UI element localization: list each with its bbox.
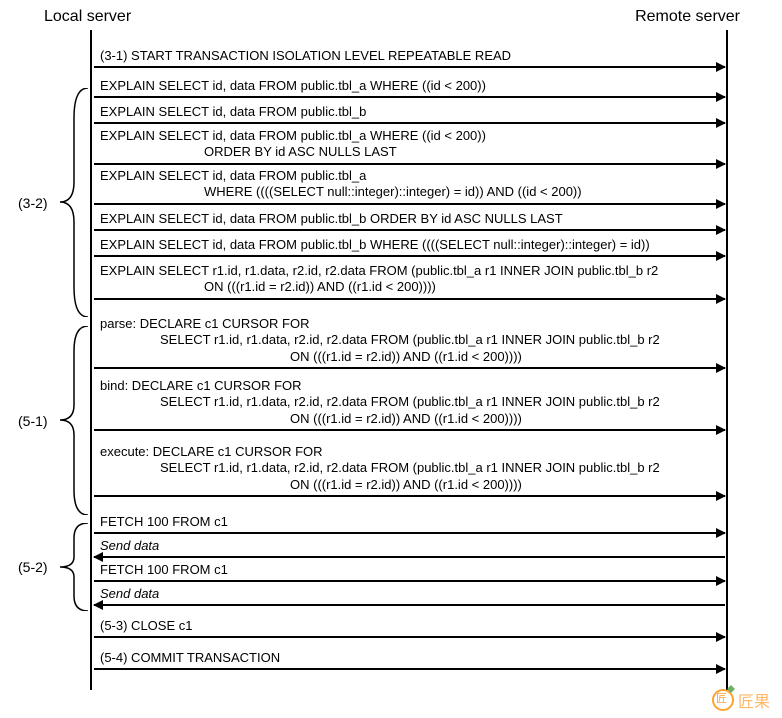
msg-text-italic: Send data [100,586,159,601]
watermark-text: 匠果 [738,688,770,712]
msg-3-2g-explain-join: EXPLAIN SELECT r1.id, r1.data, r2.id, r2… [94,263,725,300]
line2: ON (((r1.id = r2.id)) AND ((r1.id < 200)… [204,279,436,294]
watermark: 匠果 [712,688,770,712]
msg-text: Send data [94,586,725,604]
msg-3-2e-explain-tblb-orderby: EXPLAIN SELECT id, data FROM public.tbl_… [94,211,725,231]
arrow-right-icon [94,66,725,68]
msg-text: EXPLAIN SELECT id, data FROM public.tbl_… [94,237,725,255]
msg-5-2a-fetch: FETCH 100 FROM c1 [94,514,725,534]
msg-text: bind: DECLARE c1 CURSOR FOR SELECT r1.id… [94,378,725,429]
line1: bind: DECLARE c1 CURSOR FOR [100,378,302,393]
line2: ORDER BY id ASC NULLS LAST [204,144,397,159]
arrow-right-icon [94,636,725,638]
msg-text: (5-4) COMMIT TRANSACTION [94,650,725,668]
lifeline-remote [726,30,728,690]
line1: parse: DECLARE c1 CURSOR FOR [100,316,310,331]
msg-text: execute: DECLARE c1 CURSOR FOR SELECT r1… [94,444,725,495]
line2: SELECT r1.id, r1.data, r2.id, r2.data FR… [160,332,660,347]
msg-5-1c-execute: execute: DECLARE c1 CURSOR FOR SELECT r1… [94,444,725,497]
arrow-right-icon [94,580,725,582]
msg-text: EXPLAIN SELECT id, data FROM public.tbl_… [94,78,725,96]
msg-5-4-commit: (5-4) COMMIT TRANSACTION [94,650,725,670]
arrow-right-icon [94,229,725,231]
sequence-diagram: Local server Remote server (3-2) (5-1) (… [0,0,782,718]
group-label-3-2: (3-2) [18,195,48,211]
watermark-logo-icon [712,689,734,711]
msg-text: FETCH 100 FROM c1 [94,562,725,580]
msg-3-2c-explain-orderby: EXPLAIN SELECT id, data FROM public.tbl_… [94,128,725,165]
line3: ON (((r1.id = r2.id)) AND ((r1.id < 200)… [290,477,522,492]
msg-text: (3-1) START TRANSACTION ISOLATION LEVEL … [94,48,725,66]
arrow-right-icon [94,96,725,98]
msg-text: EXPLAIN SELECT id, data FROM public.tbl_… [94,168,725,203]
line2: SELECT r1.id, r1.data, r2.id, r2.data FR… [160,394,660,409]
group-label-5-2: (5-2) [18,559,48,575]
msg-5-3-close: (5-3) CLOSE c1 [94,618,725,638]
brace-5-2 [60,523,90,611]
msg-text: EXPLAIN SELECT id, data FROM public.tbl_… [94,128,725,163]
arrow-right-icon [94,203,725,205]
arrow-left-icon [94,556,725,558]
msg-5-2b-send-data: Send data [94,538,725,558]
arrow-right-icon [94,429,725,431]
msg-text: parse: DECLARE c1 CURSOR FOR SELECT r1.i… [94,316,725,367]
arrow-right-icon [94,122,725,124]
arrow-right-icon [94,255,725,257]
msg-5-2c-fetch: FETCH 100 FROM c1 [94,562,725,582]
msg-text: FETCH 100 FROM c1 [94,514,725,532]
line1: EXPLAIN SELECT id, data FROM public.tbl_… [100,168,366,183]
msg-3-1-start-transaction: (3-1) START TRANSACTION ISOLATION LEVEL … [94,48,725,68]
msg-5-1a-parse: parse: DECLARE c1 CURSOR FOR SELECT r1.i… [94,316,725,369]
msg-text: EXPLAIN SELECT id, data FROM public.tbl_… [94,211,725,229]
msg-3-2b-explain-tblb: EXPLAIN SELECT id, data FROM public.tbl_… [94,104,725,124]
msg-text: EXPLAIN SELECT r1.id, r1.data, r2.id, r2… [94,263,725,298]
msg-3-2a-explain-tbla: EXPLAIN SELECT id, data FROM public.tbl_… [94,78,725,98]
arrow-right-icon [94,668,725,670]
line1: EXPLAIN SELECT id, data FROM public.tbl_… [100,128,486,143]
msg-text: Send data [94,538,725,556]
line1: execute: DECLARE c1 CURSOR FOR [100,444,323,459]
arrow-right-icon [94,495,725,497]
arrow-right-icon [94,367,725,369]
msg-text-italic: Send data [100,538,159,553]
arrow-right-icon [94,532,725,534]
msg-text: (5-3) CLOSE c1 [94,618,725,636]
msg-5-2d-send-data: Send data [94,586,725,606]
line2: SELECT r1.id, r1.data, r2.id, r2.data FR… [160,460,660,475]
line1: EXPLAIN SELECT r1.id, r1.data, r2.id, r2… [100,263,658,278]
arrow-left-icon [94,604,725,606]
msg-5-1b-bind: bind: DECLARE c1 CURSOR FOR SELECT r1.id… [94,378,725,431]
msg-text: EXPLAIN SELECT id, data FROM public.tbl_… [94,104,725,122]
line2: WHERE ((((SELECT null::integer)::integer… [204,184,582,199]
header-remote: Remote server [635,8,740,26]
lifeline-local [90,30,92,690]
brace-3-2 [60,88,90,317]
msg-3-2d-explain-where-null: EXPLAIN SELECT id, data FROM public.tbl_… [94,168,725,205]
brace-5-1 [60,326,90,515]
group-label-5-1: (5-1) [18,413,48,429]
line3: ON (((r1.id = r2.id)) AND ((r1.id < 200)… [290,349,522,364]
arrow-right-icon [94,163,725,165]
header-local: Local server [44,8,131,26]
line3: ON (((r1.id = r2.id)) AND ((r1.id < 200)… [290,411,522,426]
arrow-right-icon [94,298,725,300]
msg-3-2f-explain-tblb-where-null: EXPLAIN SELECT id, data FROM public.tbl_… [94,237,725,257]
